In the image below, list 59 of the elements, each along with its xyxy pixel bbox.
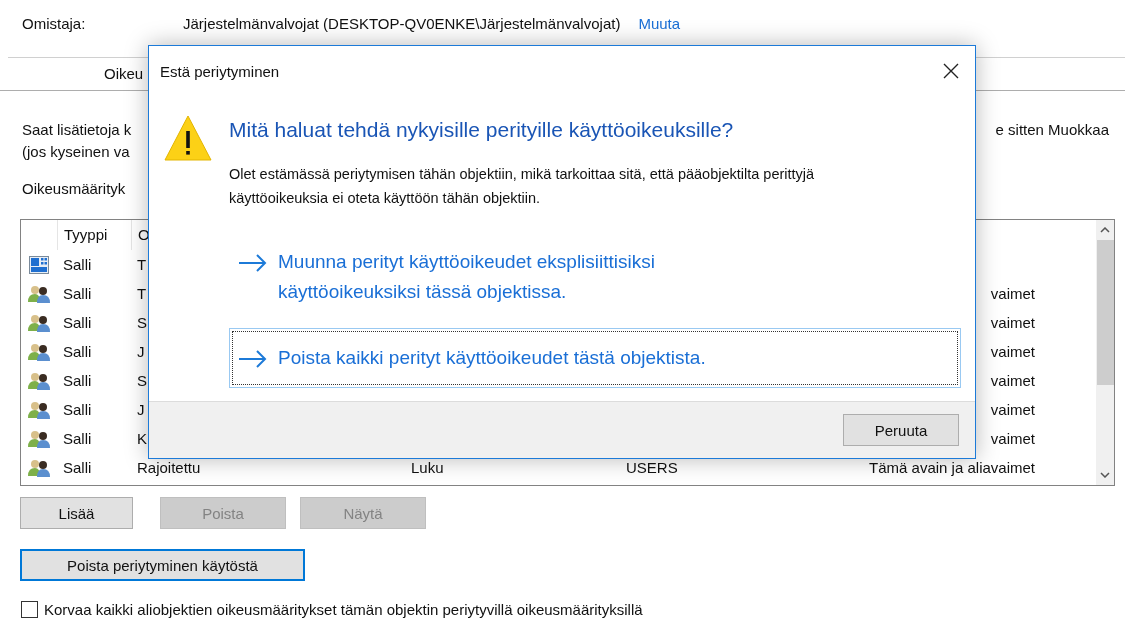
column-header[interactable]: Tyyppi (57, 220, 131, 250)
user-group-icon (28, 458, 50, 477)
action-button[interactable]: Lisää (20, 497, 133, 529)
table-cell-text: Salli (62, 256, 93, 273)
user-group-icon (28, 371, 50, 390)
dialog-description: Olet estämässä periytymisen tähän objektiin, mikä tarkoittaa sitä, että pääobjektilta perittyjä käyttöoikeuksia ei oteta käyttöön tähän objektiin. (229, 165, 816, 208)
table-cell: Tämä avain ja aliavaimet (869, 459, 1035, 476)
change-owner-link[interactable]: Muuta (638, 14, 681, 32)
table-cell: K (137, 430, 147, 447)
checkbox-label[interactable]: Korvaa kaikki aliobjektien oikeusmääritykset tämän objektin periytyvillä oikeusmäärityksillä (44, 601, 643, 618)
arrow-icon (238, 254, 268, 272)
table-cell: T (137, 285, 147, 302)
table-cell: J (137, 343, 145, 360)
table-cell-text: Salli (62, 285, 93, 302)
table-cell: T (137, 256, 147, 273)
table-cell-text: Salli (62, 401, 93, 418)
command-link[interactable]: Poista kaikki perityt käyttöoikeudet tästä objektista. (229, 328, 961, 388)
user-group-icon (28, 342, 50, 361)
table-cell-text: Salli (62, 372, 93, 389)
table-cell-text: Salli (62, 430, 93, 447)
dialog-title: Estä periytyminen (160, 62, 280, 80)
warning-icon (163, 114, 213, 162)
user-group-icon (28, 400, 50, 419)
table-cell: vaimet (990, 401, 1035, 418)
table-cell-text: Salli (62, 459, 93, 476)
table-cell: vaimet (990, 372, 1035, 389)
info-text: (jos kyseinen va (22, 143, 131, 160)
table-cell: Rajoitettu (137, 459, 201, 476)
disable-inheritance-button[interactable]: Poista periytyminen käytöstä (20, 549, 305, 581)
cancel-button[interactable]: Peruuta (843, 414, 959, 446)
table-cell: Luku (411, 459, 444, 476)
info-text: e sitten Muokkaa (995, 121, 1109, 140)
table-cell: S (137, 314, 147, 331)
checkbox[interactable] (21, 601, 38, 618)
table-cell: vaimet (990, 343, 1035, 360)
user-group-icon (28, 284, 50, 303)
info-text: Saat lisätietoja k (22, 121, 132, 138)
scroll-up-icon[interactable] (1100, 227, 1110, 233)
table-cell-text: Salli (62, 314, 93, 331)
table-cell: vaimet (990, 285, 1035, 302)
table-cell: vaimet (990, 430, 1035, 447)
table-cell: S (137, 372, 147, 389)
permissions-tab[interactable]: Oikeu (104, 64, 144, 84)
scroll-down-icon[interactable] (1100, 472, 1110, 478)
close-icon[interactable] (943, 63, 959, 79)
table-cell: J (137, 401, 145, 418)
dialog-heading: Mitä haluat tehdä nykyisille perityille käyttöoikeuksille? (229, 118, 735, 142)
table-cell: USERS (626, 459, 678, 476)
scroll-thumb[interactable] (1096, 240, 1114, 385)
table-cell: vaimet (990, 314, 1035, 331)
user-group-icon (28, 429, 50, 448)
table-cell-text: Salli (62, 343, 93, 360)
app-package-icon (29, 255, 49, 274)
arrow-icon (238, 350, 268, 368)
scrollbar[interactable] (1096, 220, 1114, 485)
owner-label: Omistaja: (22, 14, 87, 32)
owner-value: Järjestelmänvalvojat (DESKTOP-QV0ENKE\Järjestelmänvalvojat) (183, 14, 621, 32)
user-group-icon (28, 313, 50, 332)
permission-entries-label: Oikeusmäärityk (22, 180, 126, 197)
